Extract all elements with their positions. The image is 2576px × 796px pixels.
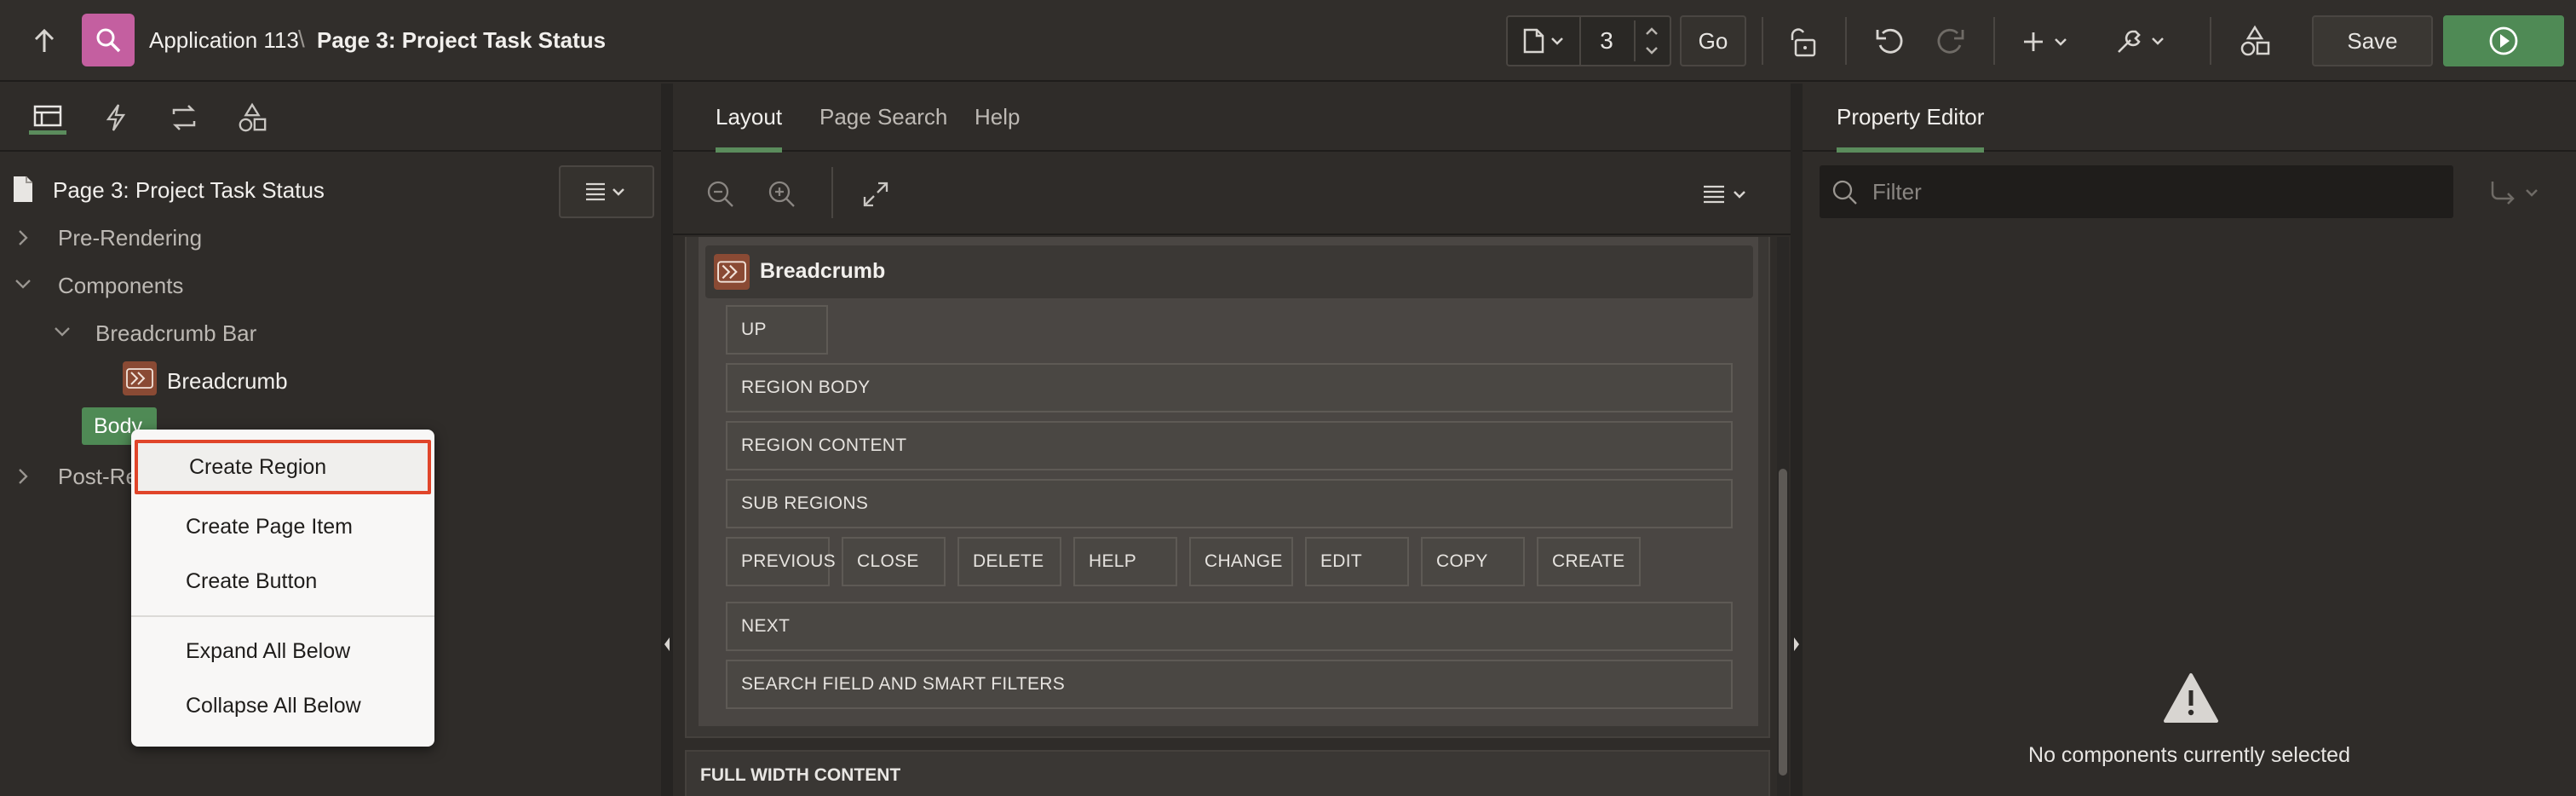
tree-view-menu-button[interactable] <box>559 165 654 218</box>
position-close[interactable]: CLOSE <box>842 537 946 586</box>
tab-help[interactable]: Help <box>975 104 1020 130</box>
collapse-left-icon[interactable] <box>663 636 671 653</box>
right-splitter[interactable] <box>1791 84 1803 796</box>
header-divider <box>1762 17 1763 65</box>
right-pane-tabs: Property Editor <box>1803 84 2576 153</box>
layout-toolbar <box>673 152 1791 235</box>
zoom-out-icon[interactable] <box>704 177 738 211</box>
breadcrumb-region-icon <box>123 361 157 395</box>
page-dropdown-icon[interactable] <box>1518 27 1569 55</box>
tree-components[interactable]: Components <box>58 273 183 299</box>
play-icon <box>2489 26 2518 55</box>
position-edit[interactable]: EDIT <box>1305 537 1409 586</box>
menu-item-create-region[interactable]: Create Region <box>135 440 431 494</box>
left-pane-tabs <box>0 84 661 152</box>
tree-breadcrumb-bar[interactable]: Breadcrumb Bar <box>95 320 256 347</box>
undo-icon[interactable] <box>1867 22 1912 61</box>
position-help[interactable]: HELP <box>1073 537 1177 586</box>
full-width-content-region[interactable]: FULL WIDTH CONTENT <box>685 750 1770 796</box>
layout-pane: Layout Page Search Help Breadcrumb UP RE… <box>673 84 1791 796</box>
chevron-right-icon[interactable] <box>17 228 29 251</box>
position-copy[interactable]: COPY <box>1421 537 1525 586</box>
layout-scrollbar[interactable] <box>1777 237 1789 796</box>
tab-property-editor[interactable]: Property Editor <box>1837 104 1985 153</box>
app-header: Application 113 \ Page 3: Project Task S… <box>0 0 2576 82</box>
up-arrow-icon[interactable] <box>26 24 63 58</box>
tab-page-search[interactable]: Page Search <box>819 104 947 130</box>
toolbar-divider <box>831 167 833 218</box>
context-menu: Create Region Create Page Item Create Bu… <box>131 430 434 747</box>
middle-pane-tabs: Layout Page Search Help <box>673 84 1791 153</box>
position-previous[interactable]: PREVIOUS <box>726 537 836 586</box>
menu-item-create-page-item[interactable]: Create Page Item <box>131 501 434 552</box>
shared-components-tab-icon[interactable] <box>233 101 271 135</box>
tree-breadcrumb[interactable]: Breadcrumb <box>167 368 288 395</box>
position-create[interactable]: CREATE <box>1537 537 1641 586</box>
search-icon <box>1830 177 1860 208</box>
position-change[interactable]: CHANGE <box>1189 537 1293 586</box>
property-editor-pane: Property Editor Filter No components cur… <box>1803 84 2576 796</box>
position-region-body[interactable]: REGION BODY <box>726 363 1733 412</box>
zoom-in-icon[interactable] <box>765 177 799 211</box>
tree-post-rendering[interactable]: Post-Re <box>58 464 138 490</box>
page-title: Page 3: Project Task Status <box>317 27 607 53</box>
breadcrumb-region-title: Breadcrumb <box>760 259 886 283</box>
create-menu-icon[interactable] <box>2019 22 2079 61</box>
position-region-content[interactable]: REGION CONTENT <box>726 421 1733 470</box>
expand-icon[interactable] <box>859 177 893 211</box>
tree-pre-rendering[interactable]: Pre-Rendering <box>58 225 202 251</box>
breadcrumb-region-icon <box>714 254 750 290</box>
left-splitter[interactable] <box>661 84 673 796</box>
page-stepper-icon[interactable] <box>1634 20 1668 61</box>
page-icon <box>10 174 36 205</box>
tab-layout[interactable]: Layout <box>716 104 783 153</box>
lock-icon[interactable] <box>1782 22 1825 61</box>
position-sub-regions[interactable]: SUB REGIONS <box>726 479 1733 528</box>
position-delete[interactable]: DELETE <box>957 537 1061 586</box>
menu-separator <box>131 615 434 617</box>
menu-item-expand-all-below[interactable]: Expand All Below <box>131 626 434 677</box>
menu-item-create-button[interactable]: Create Button <box>131 556 434 607</box>
app-name-link[interactable]: Application 113 <box>149 27 299 54</box>
chevron-right-icon[interactable] <box>17 467 29 490</box>
menu-icon <box>586 182 624 201</box>
redo-icon[interactable] <box>1929 22 1973 61</box>
filter-field[interactable]: Filter <box>1820 165 2453 218</box>
layout-menu-icon[interactable] <box>1697 181 1757 208</box>
position-up[interactable]: UP <box>726 305 828 355</box>
empty-selection-message: No components currently selected <box>2028 743 2350 767</box>
header-divider <box>1845 17 1847 65</box>
page-selector[interactable]: 3 <box>1506 15 1671 66</box>
warning-icon <box>2160 670 2222 726</box>
utilities-wrench-icon[interactable] <box>2113 22 2174 61</box>
go-to-group-icon[interactable] <box>2484 176 2552 210</box>
menu-item-collapse-all-below[interactable]: Collapse All Below <box>131 680 434 731</box>
collapse-right-icon[interactable] <box>1792 636 1801 653</box>
shared-components-icon[interactable] <box>2234 20 2276 61</box>
save-button[interactable]: Save <box>2312 15 2433 66</box>
breadcrumb-separator: \ <box>298 26 305 52</box>
chevron-down-icon[interactable] <box>14 278 32 294</box>
chevron-down-icon[interactable] <box>53 326 72 342</box>
dynamic-actions-icon[interactable] <box>97 101 135 135</box>
filter-placeholder: Filter <box>1872 179 1922 205</box>
go-button[interactable]: Go <box>1680 15 1746 66</box>
page-number-input[interactable]: 3 <box>1579 17 1632 65</box>
header-divider <box>1993 17 1995 65</box>
tree-root-page[interactable]: Page 3: Project Task Status <box>53 177 325 204</box>
processing-icon[interactable] <box>165 101 203 135</box>
breadcrumb-region-header[interactable]: Breadcrumb <box>705 245 1753 298</box>
header-divider <box>2210 17 2211 65</box>
app-icon[interactable] <box>82 14 135 66</box>
rendering-icon[interactable] <box>29 101 66 135</box>
position-search-field[interactable]: SEARCH FIELD AND SMART FILTERS <box>726 660 1733 709</box>
layout-canvas: Breadcrumb UP REGION BODY REGION CONTENT… <box>673 237 1791 796</box>
position-next[interactable]: NEXT <box>726 602 1733 651</box>
layout-scrollbar-thumb[interactable] <box>1779 469 1787 776</box>
run-page-button[interactable] <box>2443 15 2564 66</box>
